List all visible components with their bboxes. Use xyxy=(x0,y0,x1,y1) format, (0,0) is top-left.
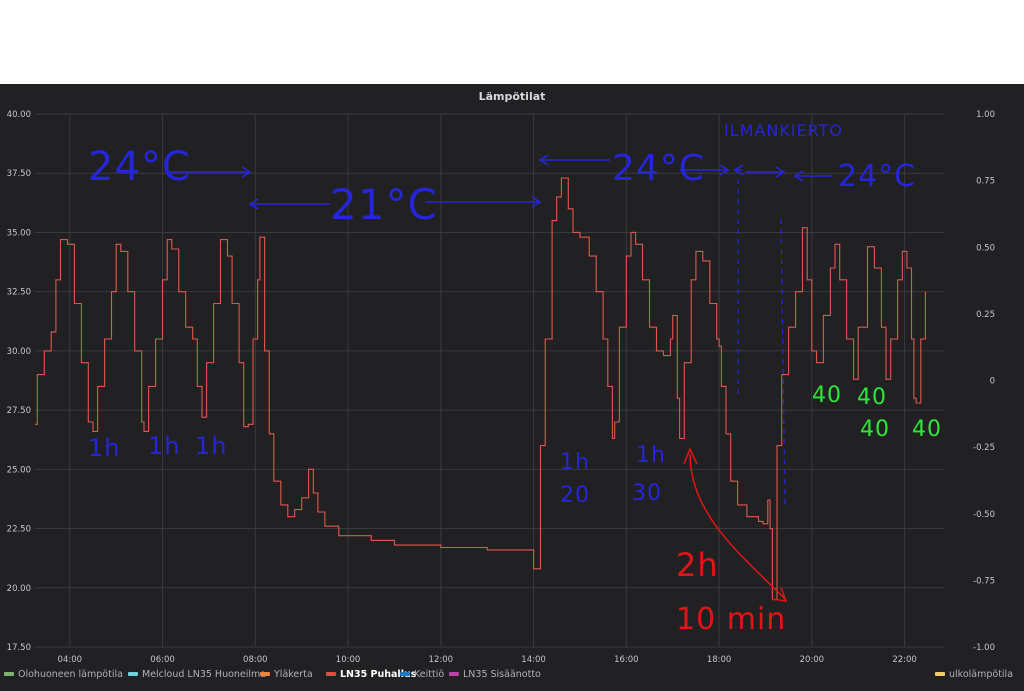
y-axis-right: -1.00 -0.75 -0.50 -0.25 0 0.25 0.50 0.75 1.00 xyxy=(973,110,995,653)
annotation-text: 20 xyxy=(560,483,590,508)
legend-item[interactable]: Keittiö xyxy=(400,669,444,680)
series-line-ln35-puhallus xyxy=(35,177,926,601)
y-left-tick-label: 22.50 xyxy=(7,525,31,535)
legend-swatch xyxy=(260,671,270,676)
annotation-text: 1h xyxy=(636,443,666,468)
annotation-text: 1h xyxy=(560,450,590,475)
annotation-text: 40 xyxy=(860,417,890,442)
annotation-text: 40 xyxy=(857,385,887,410)
annotation-dashed-line xyxy=(780,218,786,505)
y-left-tick-label: 35.00 xyxy=(7,228,31,238)
y-right-tick-label: 0.25 xyxy=(976,310,995,320)
annotation-text: 10 min xyxy=(676,602,786,637)
x-tick-label: 14:00 xyxy=(521,655,546,665)
annotation-text: 24°C xyxy=(612,148,705,189)
x-tick-label: 12:00 xyxy=(429,655,454,665)
legend-label: Yläkerta xyxy=(274,669,313,680)
y-right-tick-label: 1.00 xyxy=(976,110,995,120)
annotation-text: 21°C xyxy=(330,180,438,229)
annotation-text: 1h xyxy=(195,432,227,460)
annotation-text: 40 xyxy=(812,383,842,408)
legend-swatch xyxy=(935,671,945,676)
handwritten-annotations: 24°C 21°C 24°C 24°C ILMANKIERTO 1h 1h 1h 1h 20 1h 3… xyxy=(88,121,942,637)
legend-item[interactable]: ulkolämpötila xyxy=(935,669,1013,680)
y-right-tick-label: 0 xyxy=(990,377,995,387)
legend-item[interactable]: Melcloud LN35 Huoneilma xyxy=(128,669,266,680)
x-tick-label: 10:00 xyxy=(336,655,361,665)
legend-label: Keittiö xyxy=(414,669,445,680)
y-axis-left: 17.50 20.00 22.50 25.00 27.50 30.00 32.50 35.00… xyxy=(7,110,31,653)
legend-label: LN35 Sisäänotto xyxy=(463,669,541,680)
y-left-tick-label: 27.50 xyxy=(7,406,31,416)
y-left-tick-label: 17.50 xyxy=(7,643,31,653)
y-left-tick-label: 20.00 xyxy=(7,584,31,594)
x-tick-label: 06:00 xyxy=(150,655,175,665)
y-right-tick-label: -0.75 xyxy=(973,576,995,586)
legend-swatch xyxy=(128,671,138,676)
y-right-tick-label: -1.00 xyxy=(973,643,995,653)
y-right-tick-label: -0.50 xyxy=(973,510,995,520)
legend-item[interactable]: LN35 Sisäänotto xyxy=(449,669,541,680)
annotation-text: 24°C xyxy=(88,144,191,190)
legend-label: ulkolämpötila xyxy=(949,669,1014,680)
annotation-arrowhead-red xyxy=(771,587,788,602)
annotation-text: 1h xyxy=(88,434,120,462)
y-left-tick-label: 25.00 xyxy=(7,465,31,475)
legend-swatch xyxy=(326,671,336,676)
legend-item[interactable]: Yläkerta xyxy=(260,669,313,680)
annotation-text: 2h xyxy=(676,546,719,584)
x-tick-label: 22:00 xyxy=(892,655,917,665)
legend-item[interactable]: Olohuoneen lämpötila xyxy=(4,669,123,680)
legend-swatch xyxy=(400,671,410,676)
legend-swatch xyxy=(449,671,459,676)
x-tick-label: 18:00 xyxy=(707,655,732,665)
legend-label: Olohuoneen lämpötila xyxy=(18,669,123,680)
y-left-tick-label: 40.00 xyxy=(7,110,31,120)
annotation-text: ILMANKIERTO xyxy=(724,121,843,140)
legend-swatch xyxy=(4,671,14,676)
series-layer xyxy=(35,177,926,601)
temperature-chart: 17.50 20.00 22.50 25.00 27.50 30.00 32.50 35.00… xyxy=(7,110,995,665)
y-right-tick-label: 0.75 xyxy=(976,177,995,187)
y-right-tick-label: -0.25 xyxy=(973,443,995,453)
y-left-tick-label: 32.50 xyxy=(7,288,31,298)
y-right-tick-label: 0.50 xyxy=(976,243,995,253)
x-axis: 04:00 06:00 08:00 10:00 12:00 14:00 16:00 18:00… xyxy=(58,655,917,665)
legend: Olohuoneen lämpötila Melcloud LN35 Huonei… xyxy=(0,669,1024,685)
chart-grid xyxy=(35,113,944,648)
x-tick-label: 04:00 xyxy=(58,655,83,665)
x-tick-label: 16:00 xyxy=(614,655,639,665)
annotation-text: 40 xyxy=(912,417,942,442)
x-tick-label: 08:00 xyxy=(243,655,268,665)
y-left-tick-label: 37.50 xyxy=(7,169,31,179)
legend-label: Melcloud LN35 Huoneilma xyxy=(142,669,267,680)
x-tick-label: 20:00 xyxy=(800,655,825,665)
annotation-text: 30 xyxy=(632,481,662,506)
y-left-tick-label: 30.00 xyxy=(7,347,31,357)
annotation-text: 24°C xyxy=(838,159,916,194)
annotation-text: 1h xyxy=(148,432,180,460)
